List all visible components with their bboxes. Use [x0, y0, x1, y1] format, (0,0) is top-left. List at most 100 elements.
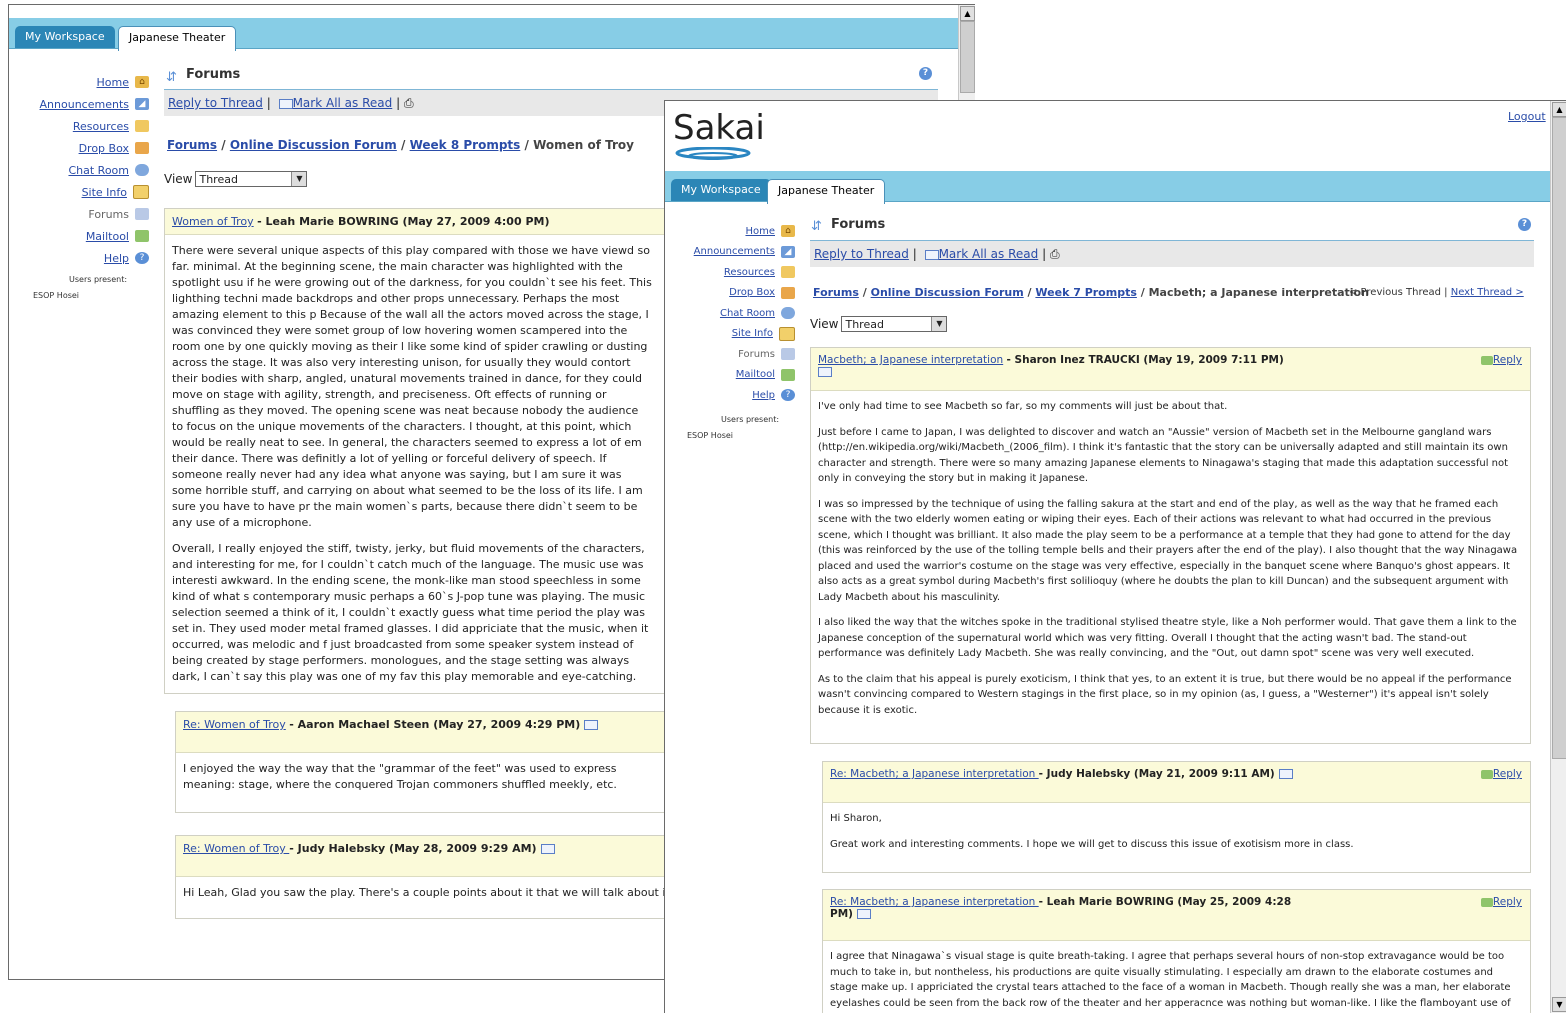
nav-item-site-info[interactable]: Site Info — [9, 181, 149, 203]
nav-item-drop-box[interactable]: Drop Box — [9, 137, 149, 159]
previous-thread[interactable]: < Previous Thread — [1349, 287, 1441, 298]
nav-label[interactable]: Home — [97, 76, 129, 89]
nav-item-announcements[interactable]: Announcements ◢ — [9, 93, 149, 115]
reset-icon[interactable]: ⇵ — [166, 70, 177, 85]
print-icon[interactable]: ⎙ — [404, 96, 414, 110]
nav-item-mailtool[interactable]: Mailtool — [665, 365, 795, 386]
reply-label[interactable]: Reply — [1493, 354, 1522, 366]
tab-japanese-theater[interactable]: Japanese Theater — [118, 26, 237, 51]
nav-label[interactable]: Drop Box — [79, 142, 129, 155]
envelope-icon[interactable] — [584, 720, 599, 730]
nav-label[interactable]: Site Info — [732, 328, 773, 339]
envelope-icon[interactable] — [818, 367, 832, 377]
crumb-topic[interactable]: Week 7 Prompts — [1035, 286, 1136, 299]
nav-label[interactable]: Announcements — [40, 98, 129, 111]
nav-label[interactable]: Site Info — [82, 186, 127, 199]
front-window: Sakai Logout My Workspace Japanese Theat… — [664, 100, 1566, 1013]
reply-label[interactable]: Reply — [1493, 896, 1522, 908]
nav-item-chat-room[interactable]: Chat Room — [9, 159, 149, 181]
scroll-up-arrow-icon[interactable]: ▲ — [1552, 102, 1566, 117]
message-paragraph: Hi Sharon, — [830, 813, 882, 824]
site-tab-bar: My Workspace Japanese Theater — [665, 171, 1551, 204]
chevron-down-icon: ▼ — [931, 317, 947, 331]
message-title-link[interactable]: Women of Troy — [172, 215, 254, 228]
tool-nav: Home ⌂ Announcements ◢ Resources Drop Box … — [9, 71, 149, 269]
scroll-down-arrow-icon[interactable]: ▼ — [1552, 997, 1566, 1012]
crumb-sep: / — [1027, 286, 1032, 299]
scroll-thumb[interactable] — [960, 21, 975, 93]
reset-icon[interactable]: ⇵ — [811, 219, 822, 234]
message-author-date: - Sharon Inez TRAUCKI (May 19, 2009 7:11… — [1006, 354, 1284, 366]
crumb-thread: Women of Troy — [533, 138, 634, 152]
nav-label[interactable]: Help — [752, 390, 775, 401]
crumb-forums[interactable]: Forums — [813, 286, 859, 299]
tab-japanese-theater[interactable]: Japanese Theater — [767, 179, 886, 204]
message-title-link[interactable]: Macbeth; a Japanese interpretation — [818, 354, 1003, 366]
reply-icon — [1480, 769, 1493, 779]
scroll-thumb[interactable] — [1552, 117, 1566, 759]
nav-item-forums: Forums — [9, 203, 149, 225]
nav-item-site-info[interactable]: Site Info — [665, 324, 795, 345]
envelope-icon[interactable] — [856, 909, 871, 919]
folder-icon — [781, 266, 795, 279]
nav-item-drop-box[interactable]: Drop Box — [665, 283, 795, 304]
nav-item-help[interactable]: Help? — [665, 385, 795, 406]
nav-label[interactable]: Mailtool — [736, 369, 775, 380]
view-select[interactable]: Thread ▼ — [841, 316, 948, 332]
nav-label[interactable]: Resources — [724, 267, 775, 278]
nav-item-chat-room[interactable]: Chat Room — [665, 303, 795, 324]
message-title-link[interactable]: Re: Women of Troy — [183, 718, 286, 731]
crumb-sep: / — [221, 138, 226, 152]
view-select[interactable]: Thread ▼ — [195, 171, 308, 187]
mark-all-read-link[interactable]: Mark All as Read — [939, 247, 1039, 261]
tab-my-workspace[interactable]: My Workspace — [671, 179, 771, 201]
crumb-forums[interactable]: Forums — [167, 138, 217, 152]
separator: | — [1042, 247, 1047, 261]
nav-item-home[interactable]: Home ⌂ — [9, 71, 149, 93]
tab-my-workspace[interactable]: My Workspace — [15, 26, 115, 48]
nav-label[interactable]: Drop Box — [729, 287, 775, 298]
help-icon[interactable]: ? — [1518, 218, 1531, 231]
nav-item-home[interactable]: Home ⌂ — [665, 221, 795, 242]
message-body: I've only had time to see Macbeth so far… — [811, 391, 1530, 736]
message-title-link[interactable]: Re: Macbeth; a Japanese interpretation — [830, 768, 1039, 780]
reply-label[interactable]: Reply — [1493, 768, 1522, 780]
nav-label[interactable]: Chat Room — [720, 308, 775, 319]
message-title-link[interactable]: Re: Macbeth; a Japanese interpretation — [830, 896, 1039, 908]
scrollbar[interactable]: ▲ ▼ — [1550, 101, 1566, 1013]
nav-item-resources[interactable]: Resources — [9, 115, 149, 137]
envelope-icon[interactable] — [540, 844, 555, 854]
next-thread-link[interactable]: Next Thread > — [1451, 287, 1524, 298]
nav-label[interactable]: Announcements — [694, 246, 775, 257]
crumb-sep: / — [862, 286, 867, 299]
nav-label[interactable]: Resources — [73, 120, 129, 133]
print-icon[interactable]: ⎙ — [1050, 247, 1060, 261]
mark-all-read-link[interactable]: Mark All as Read — [293, 96, 393, 110]
scroll-up-arrow-icon[interactable]: ▲ — [960, 6, 975, 21]
nav-label[interactable]: Chat Room — [68, 164, 129, 177]
nav-label: Forums — [88, 207, 129, 221]
message-title-link[interactable]: Re: Women of Troy — [183, 842, 289, 855]
separator: | — [1444, 287, 1448, 298]
nav-item-resources[interactable]: Resources — [665, 262, 795, 283]
nav-item-mailtool[interactable]: Mailtool — [9, 225, 149, 247]
nav-item-announcements[interactable]: Announcements ◢ — [665, 242, 795, 263]
nav-label[interactable]: Mailtool — [86, 230, 129, 243]
envelope-icon[interactable] — [1278, 769, 1293, 779]
logout-link[interactable]: Logout — [1508, 110, 1546, 123]
reply-link[interactable]: Reply — [1480, 354, 1522, 366]
nav-label[interactable]: Home — [745, 226, 775, 237]
reply-to-thread-link[interactable]: Reply to Thread — [168, 96, 263, 110]
nav-item-help[interactable]: Help? — [9, 247, 149, 269]
help-icon: ? — [781, 389, 795, 402]
help-icon[interactable]: ? — [919, 67, 932, 80]
crumb-forum[interactable]: Online Discussion Forum — [230, 138, 397, 152]
crumb-forum[interactable]: Online Discussion Forum — [871, 286, 1024, 299]
mail-icon — [781, 368, 795, 381]
reply-link[interactable]: Reply — [1480, 896, 1522, 908]
reply-to-thread-link[interactable]: Reply to Thread — [814, 247, 909, 261]
crumb-topic[interactable]: Week 8 Prompts — [410, 138, 521, 152]
message-author-date: - Aaron Machael Steen (May 27, 2009 4:29… — [289, 718, 581, 731]
reply-link[interactable]: Reply — [1480, 768, 1522, 780]
nav-label[interactable]: Help — [104, 252, 129, 265]
